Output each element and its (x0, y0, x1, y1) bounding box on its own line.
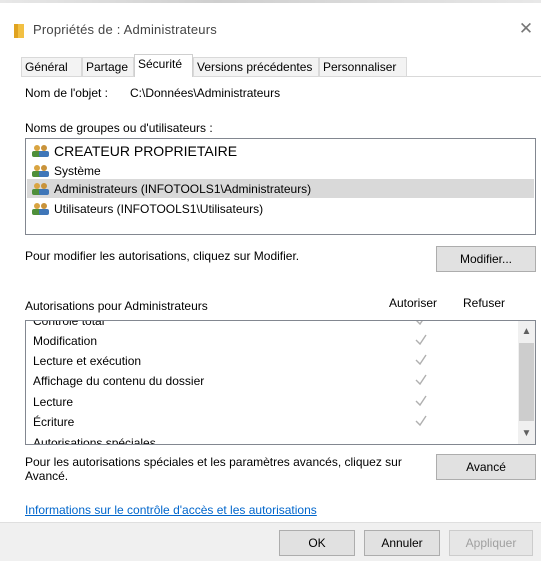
tab-partage[interactable]: Partage (82, 57, 134, 76)
window-top-strip (0, 0, 541, 3)
advanced-button[interactable]: Avancé (436, 454, 536, 480)
list-item[interactable]: Utilisateurs (INFOTOOLS1\Utilisateurs) (31, 199, 531, 218)
deny-column-header: Refuser (463, 296, 506, 310)
scroll-down-icon[interactable]: ▼ (518, 425, 535, 442)
tab-personnaliser[interactable]: Personnaliser (319, 57, 407, 76)
group-name: Système (54, 163, 101, 178)
permission-name: Contrôle total (33, 320, 105, 328)
permission-name: Autorisations spéciales (33, 436, 156, 445)
permission-row: Affichage du contenu du dossier (26, 371, 516, 392)
group-name: Utilisateurs (INFOTOOLS1\Utilisateurs) (54, 201, 264, 216)
object-name-value: C:\Données\Administrateurs (130, 86, 281, 100)
permission-name: Modification (33, 334, 98, 348)
group-name: Administrateurs (INFOTOOLS1\Administrate… (54, 181, 312, 196)
check-icon (415, 354, 427, 366)
allow-column-header: Autoriser (389, 296, 438, 310)
tab-versions-precedentes[interactable]: Versions précédentes (193, 57, 319, 76)
permission-name: Lecture (33, 395, 74, 409)
ok-button[interactable]: OK (279, 530, 355, 556)
user-group-icon (32, 182, 49, 195)
check-icon (415, 395, 427, 407)
scroll-thumb[interactable] (519, 343, 534, 421)
permission-row: Modification (26, 331, 516, 352)
list-item-selected[interactable]: Administrateurs (INFOTOOLS1\Administrate… (27, 179, 534, 198)
user-group-icon (32, 202, 49, 215)
close-icon[interactable]: ✕ (511, 16, 541, 42)
groups-listbox[interactable]: CREATEUR PROPRIETAIRE Système Administra… (25, 138, 536, 235)
dialog-footer: OK Annuler Appliquer (0, 522, 541, 561)
check-icon (415, 415, 427, 427)
list-item[interactable]: Système (31, 161, 531, 180)
user-group-icon (32, 144, 49, 157)
groups-label: Noms de groupes ou d'utilisateurs : (25, 121, 213, 135)
permissions-list[interactable]: Contrôle total Modification Lecture et e… (25, 320, 536, 445)
advanced-hint-line-2: Avancé. (25, 469, 69, 483)
modify-hint: Pour modifier les autorisations, cliquez… (25, 249, 300, 263)
object-name-label: Nom de l'objet : (25, 86, 108, 100)
permissions-label: Autorisations pour Administrateurs (25, 299, 208, 313)
tab-panel-border (21, 76, 541, 77)
permission-name: Lecture et exécution (33, 354, 142, 368)
permission-row: Lecture (26, 392, 516, 413)
permission-row: Autorisations spéciales (26, 433, 516, 445)
permission-name: Écriture (33, 415, 75, 429)
check-icon (415, 374, 427, 386)
scroll-up-icon[interactable]: ▲ (518, 323, 535, 340)
folder-icon (14, 24, 24, 38)
window-title: Propriétés de : Administrateurs (33, 22, 217, 37)
title-bar: Propriétés de : Administrateurs ✕ (0, 0, 541, 44)
access-control-info-link[interactable]: Informations sur le contrôle d'accès et … (25, 503, 317, 517)
permission-name: Affichage du contenu du dossier (33, 374, 205, 388)
tab-securite[interactable]: Sécurité (134, 54, 193, 77)
permission-row: Écriture (26, 412, 516, 433)
group-name: CREATEUR PROPRIETAIRE (54, 142, 238, 159)
check-icon (416, 321, 423, 326)
apply-button[interactable]: Appliquer (449, 530, 533, 556)
tab-strip: Général Partage Sécurité Versions précéd… (21, 54, 541, 77)
user-group-icon (32, 164, 49, 177)
modify-button[interactable]: Modifier... (436, 246, 536, 272)
cancel-button[interactable]: Annuler (364, 530, 440, 556)
tab-general[interactable]: Général (21, 57, 82, 76)
permissions-scrollbar[interactable]: ▲ ▼ (518, 321, 535, 444)
advanced-hint-line-1: Pour les autorisations spéciales et les … (25, 455, 402, 469)
check-icon (415, 334, 427, 346)
list-item[interactable]: CREATEUR PROPRIETAIRE (31, 141, 531, 160)
permission-row: Lecture et exécution (26, 351, 516, 372)
